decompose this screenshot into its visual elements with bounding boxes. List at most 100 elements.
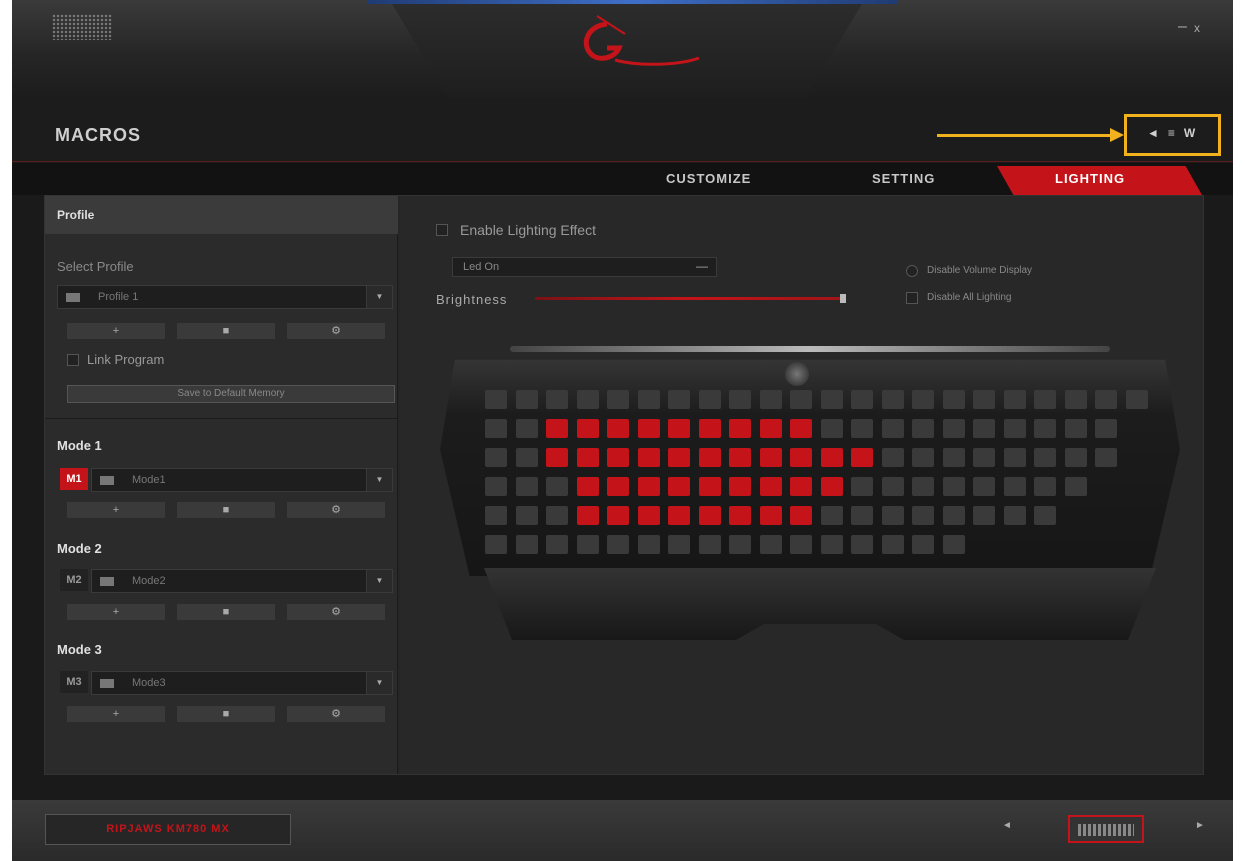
add-macro-button[interactable]: + (67, 706, 165, 722)
keyboard-icon (100, 577, 114, 586)
web-icon[interactable]: W (1184, 126, 1195, 140)
keyboard-key (698, 506, 721, 525)
keyboard-key (942, 448, 965, 467)
add-profile-button[interactable]: + (67, 323, 165, 339)
keyboard-key (698, 448, 721, 467)
keyboard-preview[interactable] (440, 346, 1180, 640)
enable-lighting-checkbox[interactable] (436, 224, 448, 236)
save-to-default-memory-button[interactable]: Save to Default Memory (67, 385, 395, 403)
mode-2-select[interactable]: Mode2 ▼ (91, 569, 393, 593)
profile-panel: Profile Select Profile Profile 1 ▼ + ■ ⚙… (45, 196, 398, 774)
mode-2-badge[interactable]: M2 (60, 569, 88, 591)
keyboard-key (546, 419, 568, 438)
link-program-checkbox[interactable] (67, 354, 79, 366)
macro-settings-button[interactable]: ⚙ (287, 502, 385, 518)
keyboard-key (759, 535, 782, 554)
mode-1-select[interactable]: Mode1 ▼ (91, 468, 393, 492)
keyboard-key (912, 390, 934, 409)
chevron-down-icon[interactable]: ▼ (366, 469, 392, 491)
keyboard-key (1064, 390, 1087, 409)
keyboard-key (1064, 419, 1087, 438)
annotation-arrow-line (937, 134, 1117, 137)
dropdown-icon[interactable]: — (696, 259, 708, 273)
keyboard-key (515, 390, 538, 409)
keyboard-key (1064, 477, 1087, 496)
keyboard-key (881, 448, 904, 467)
keyboard-key (485, 448, 507, 467)
keyboard-key (637, 419, 660, 438)
keyboard-key (576, 535, 599, 554)
profile-settings-button[interactable]: ⚙ (287, 323, 385, 339)
tab-bar: CUSTOMIZE SETTING LIGHTING (12, 163, 1233, 195)
previous-device-icon[interactable]: ◄ (1002, 820, 1012, 831)
keyboard-key (851, 535, 873, 554)
add-macro-button[interactable]: + (67, 502, 165, 518)
macro-settings-button[interactable]: ⚙ (287, 706, 385, 722)
keyboard-icon (100, 679, 114, 688)
chevron-down-icon[interactable]: ▼ (366, 672, 392, 694)
keyboard-volume-bar (510, 346, 1110, 352)
keyboard-key (790, 448, 812, 467)
mode-3-select[interactable]: Mode3 ▼ (91, 671, 393, 695)
brightness-slider-handle[interactable] (840, 294, 846, 303)
gskill-logo-icon (583, 15, 700, 66)
keyboard-key (607, 506, 629, 525)
device-thumbnail[interactable] (1068, 815, 1144, 843)
keyboard-key (851, 448, 873, 467)
brightness-slider-track[interactable] (535, 297, 845, 300)
keyboard-key (790, 390, 812, 409)
disable-all-lighting-checkbox[interactable] (906, 292, 918, 304)
lighting-panel: Enable Lighting Effect Led On — Brightne… (400, 196, 1203, 774)
keyboard-key (515, 419, 538, 438)
tab-customize[interactable]: CUSTOMIZE (666, 171, 751, 186)
keyboard-key (881, 506, 904, 525)
keyboard-key (546, 506, 568, 525)
keyboard-key (790, 506, 812, 525)
keyboard-key (881, 419, 904, 438)
keyboard-key (973, 448, 995, 467)
keyboard-key (576, 506, 599, 525)
add-macro-button[interactable]: + (67, 604, 165, 620)
device-model-label: RIPJAWS KM780 MX (106, 823, 230, 835)
keyboard-key (851, 419, 873, 438)
keyboard-key (820, 506, 843, 525)
tab-setting[interactable]: SETTING (872, 171, 935, 186)
disable-volume-checkbox[interactable] (906, 265, 918, 277)
close-button[interactable]: x (1194, 21, 1200, 35)
keyboard-key (790, 419, 812, 438)
chevron-down-icon[interactable]: ▼ (366, 570, 392, 592)
keyboard-key (881, 535, 904, 554)
mode-1-select-value: Mode1 (132, 474, 166, 486)
keyboard-key (698, 477, 721, 496)
mode-3-badge[interactable]: M3 (60, 671, 88, 693)
delete-macro-button[interactable]: ■ (177, 706, 275, 722)
keyboard-key (637, 448, 660, 467)
keyboard-key (1034, 448, 1056, 467)
delete-macro-button[interactable]: ■ (177, 502, 275, 518)
keyboard-key (759, 390, 782, 409)
back-icon[interactable]: ◄ (1147, 126, 1159, 140)
keyboard-key (1064, 448, 1087, 467)
keyboard-key (1125, 390, 1148, 409)
chevron-down-icon[interactable]: ▼ (366, 286, 392, 308)
delete-macro-button[interactable]: ■ (177, 604, 275, 620)
keyboard-key (729, 448, 751, 467)
lighting-effect-select[interactable]: Led On — (452, 257, 717, 277)
delete-profile-button[interactable]: ■ (177, 323, 275, 339)
macro-settings-button[interactable]: ⚙ (287, 604, 385, 620)
keyboard-key (515, 506, 538, 525)
lighting-effect-value: Led On (463, 261, 500, 273)
profile-select-value: Profile 1 (98, 291, 139, 303)
mode-1-badge[interactable]: M1 (60, 468, 88, 490)
keyboard-key (485, 477, 507, 496)
keyboard-key (668, 477, 690, 496)
minimize-button[interactable]: – (1178, 18, 1187, 36)
profile-select[interactable]: Profile 1 ▼ (57, 285, 393, 309)
keyboard-key (729, 390, 751, 409)
keyboard-key (942, 535, 965, 554)
menu-icon[interactable]: ≡ (1168, 126, 1175, 140)
keyboard-key (759, 477, 782, 496)
keyboard-key (1003, 477, 1026, 496)
next-device-icon[interactable]: ► (1195, 820, 1205, 831)
tab-lighting[interactable]: LIGHTING (1055, 171, 1125, 186)
